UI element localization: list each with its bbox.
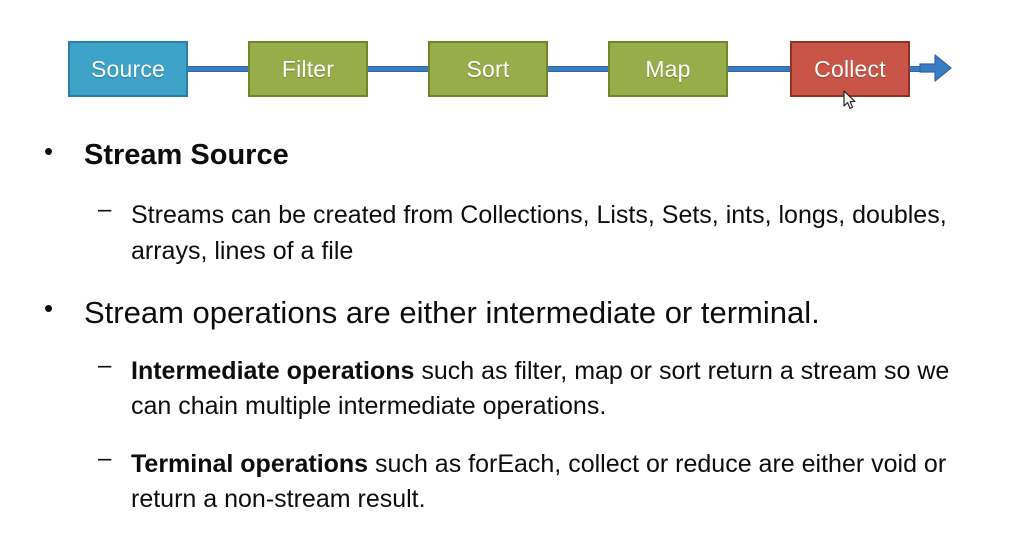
slide-body: • Stream Source – Streams can be created… (0, 138, 1012, 518)
pipeline-node-sort[interactable]: Sort (428, 41, 548, 97)
bullet-text-emphasis: Terminal operations (131, 449, 369, 478)
bullet-marker-dash: – (98, 444, 112, 472)
bullet-text: Intermediate operations such as filter, … (131, 354, 982, 425)
pipeline-node-collect[interactable]: Collect (790, 41, 910, 97)
pipeline-node-filter[interactable]: Filter (248, 41, 368, 97)
bullet-text: Stream Source (84, 139, 289, 171)
pipeline-node-label: Map (645, 55, 691, 82)
bullet-marker: • (44, 293, 54, 324)
bullet-marker: • (44, 136, 54, 166)
bullet-item-stream-sources-detail: – Streams can be created from Collection… (0, 198, 1012, 269)
bullet-text: Streams can be created from Collections,… (131, 201, 947, 265)
bullet-marker-dash: – (98, 351, 112, 379)
bullet-marker-dash: – (98, 196, 112, 224)
connector-sort-map (546, 66, 610, 72)
pipeline-node-label: Collect (814, 55, 886, 82)
bullet-item-intermediate-operations: – Intermediate operations such as filter… (0, 351, 1012, 425)
connector-source-filter (185, 66, 250, 72)
bullet-item-stream-operations: • Stream operations are either intermedi… (0, 295, 1012, 332)
pipeline-node-label: Filter (281, 55, 335, 82)
bullet-text: Terminal operations such as forEach, col… (131, 447, 982, 518)
bullet-item-terminal-operations: – Terminal operations such as forEach, c… (0, 444, 1012, 518)
bullet-text-emphasis: Intermediate operations (131, 356, 415, 385)
bullet-item-stream-source: • Stream Source (0, 138, 1012, 172)
pipeline-node-source[interactable]: Source (68, 41, 188, 97)
pipeline-node-label: Source (90, 55, 166, 82)
arrow-right-icon (919, 54, 952, 82)
bullet-text: Stream operations are either intermediat… (84, 295, 820, 331)
connector-filter-sort (366, 66, 430, 72)
connector-map-collect (726, 66, 792, 72)
stream-pipeline-diagram: Source Filter Sort Map Collect (0, 0, 1012, 125)
pipeline-node-map[interactable]: Map (608, 41, 728, 97)
pipeline-node-label: Sort (466, 55, 510, 82)
